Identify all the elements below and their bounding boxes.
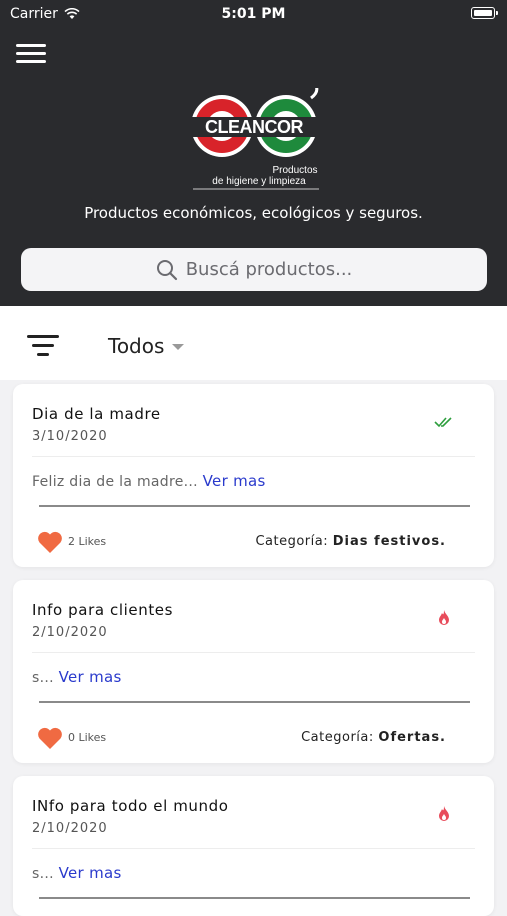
- category-label: Categoría:: [301, 730, 374, 745]
- status-bar: Carrier 5:01 PM: [0, 0, 507, 28]
- card-separator: [39, 505, 470, 507]
- card-separator: [39, 701, 470, 703]
- heart-icon[interactable]: [37, 726, 63, 750]
- cleancor-logo: CLEANCOR Productos de higiene y limpieza: [191, 88, 319, 190]
- post-card[interactable]: Info para clientes 2/10/2020 s... Ver ma…: [13, 580, 494, 763]
- ver-mas-link[interactable]: Ver mas: [59, 668, 122, 686]
- app-header: Carrier 5:01 PM CLEANCOR Productos de hi…: [0, 0, 507, 306]
- svg-text:de higiene y limpieza: de higiene y limpieza: [212, 176, 306, 187]
- card-divider: [32, 652, 475, 653]
- header-tagline: Productos económicos, ecológicos y segur…: [84, 204, 423, 222]
- status-time: 5:01 PM: [221, 6, 286, 22]
- filter-icon[interactable]: [27, 335, 59, 357]
- svg-text:Productos: Productos: [272, 165, 317, 176]
- ver-mas-link[interactable]: Ver mas: [203, 472, 266, 490]
- likes-count: 2 Likes: [68, 535, 107, 548]
- category-dropdown[interactable]: Todos: [108, 334, 185, 358]
- post-excerpt-text: Feliz dia de la madre...: [32, 474, 198, 490]
- category-label: Categoría:: [255, 534, 329, 549]
- likes-count: 0 Likes: [68, 731, 107, 744]
- battery-icon: [471, 7, 498, 19]
- category-value: Ofertas.: [378, 730, 446, 745]
- search-placeholder: Buscá productos...: [185, 259, 353, 280]
- filter-line: [32, 344, 54, 347]
- post-date: 2/10/2020: [32, 625, 108, 640]
- post-category: Categoría: Ofertas.: [301, 730, 446, 745]
- flame-icon: [439, 806, 449, 821]
- post-excerpt: Feliz dia de la madre... Ver mas: [32, 472, 266, 490]
- post-date: 3/10/2020: [32, 429, 108, 444]
- post-card[interactable]: Dia de la madre 3/10/2020 Feliz dia de l…: [13, 384, 494, 567]
- post-card[interactable]: INfo para todo el mundo 2/10/2020 s... V…: [13, 776, 494, 916]
- search-bar[interactable]: Buscá productos...: [21, 248, 487, 291]
- search-icon: [156, 259, 177, 280]
- category-dropdown-value: Todos: [108, 334, 165, 358]
- svg-text:CLEANCOR: CLEANCOR: [205, 117, 303, 137]
- category-value: Dias festivos.: [332, 534, 446, 549]
- card-divider: [32, 456, 475, 457]
- post-title: Dia de la madre: [32, 405, 161, 423]
- filter-line: [27, 335, 59, 338]
- post-excerpt-text: s...: [32, 670, 54, 686]
- double-check-icon: [434, 417, 452, 428]
- post-title: Info para clientes: [32, 601, 174, 619]
- menu-bar: [16, 44, 46, 47]
- post-excerpt: s... Ver mas: [32, 864, 122, 882]
- post-title: INfo para todo el mundo: [32, 797, 229, 815]
- flame-icon: [439, 610, 449, 625]
- card-divider: [32, 848, 475, 849]
- filter-line: [37, 353, 49, 356]
- hamburger-menu-button[interactable]: [16, 42, 46, 64]
- post-category: Categoría: Dias festivos.: [255, 534, 446, 549]
- caret-down-icon: [172, 344, 185, 350]
- post-excerpt-text: s...: [32, 866, 54, 882]
- heart-icon[interactable]: [37, 530, 63, 554]
- post-date: 2/10/2020: [32, 821, 108, 836]
- ver-mas-link[interactable]: Ver mas: [59, 864, 122, 882]
- card-separator: [39, 897, 470, 899]
- post-excerpt: s... Ver mas: [32, 668, 122, 686]
- menu-bar: [16, 60, 46, 63]
- filter-bar: [0, 306, 507, 380]
- menu-bar: [16, 52, 46, 55]
